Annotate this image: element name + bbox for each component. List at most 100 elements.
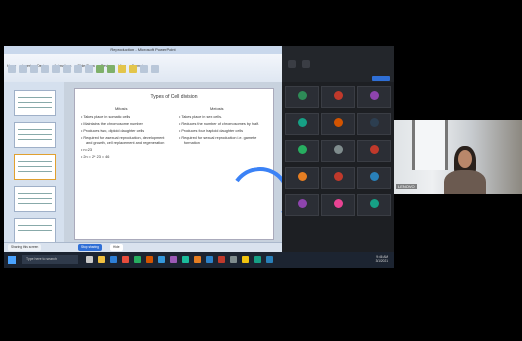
participant-avatar xyxy=(334,172,343,181)
bullet-item: • Required for sexual reproduction i.e. … xyxy=(179,136,257,145)
replace-icon[interactable] xyxy=(151,65,159,73)
chat-icon[interactable] xyxy=(302,60,310,68)
thumbnail[interactable] xyxy=(14,90,56,116)
start-icon[interactable] xyxy=(8,256,16,264)
app-icon[interactable] xyxy=(218,256,225,263)
app-icon[interactable] xyxy=(122,256,129,263)
stop-sharing-button[interactable]: Stop sharing xyxy=(78,244,102,251)
align-icon[interactable] xyxy=(74,65,82,73)
participant-tile[interactable] xyxy=(357,113,391,135)
cut-icon[interactable] xyxy=(19,65,27,73)
app-icon[interactable] xyxy=(134,256,141,263)
thumbnail[interactable] xyxy=(14,186,56,212)
bullet-item: • Produces two, diploid daughter cells xyxy=(81,129,145,133)
bullet-text: Produces four haploid daughter cells xyxy=(181,129,244,133)
bullet-item: • n=23 xyxy=(81,148,92,152)
bold-icon[interactable] xyxy=(52,65,60,73)
participant-tile[interactable] xyxy=(321,194,355,216)
participant-tile[interactable] xyxy=(321,167,355,189)
participant-avatar xyxy=(334,118,343,127)
meiosis-list: • Takes place in sex cells. • Reduces the… xyxy=(179,115,267,148)
participant-tile[interactable] xyxy=(285,194,319,216)
slide-title: Types of Cell division xyxy=(150,94,198,100)
meiosis-heading: Meiosis xyxy=(210,106,224,111)
bullet-text: Required for asexual reproduction, devel… xyxy=(83,136,165,145)
mitosis-list: • Takes place in somatic cells • Maintain… xyxy=(81,115,169,162)
webcam-feed: LENOVO xyxy=(394,120,522,194)
participant-tile[interactable] xyxy=(285,167,319,189)
arrange-icon[interactable] xyxy=(107,65,115,73)
task-view-icon[interactable] xyxy=(86,256,93,263)
meeting-header xyxy=(282,46,394,82)
people-icon[interactable] xyxy=(288,60,296,68)
bullet-text: Reduces the number of chromosomes by hal… xyxy=(181,122,260,126)
participant-tile[interactable] xyxy=(357,194,391,216)
app-icon[interactable] xyxy=(254,256,261,263)
participant-tile[interactable] xyxy=(321,86,355,108)
clock-date: 3/1/2021 xyxy=(375,259,388,263)
mitosis-heading: Mitosis xyxy=(115,106,128,111)
participant-avatar xyxy=(334,91,343,100)
bullet-text: Required for sexual reproduction i.e. ga… xyxy=(181,136,257,145)
paste-icon[interactable] xyxy=(8,65,16,73)
thumbnail[interactable] xyxy=(14,218,56,244)
participant-avatar xyxy=(298,199,307,208)
new-slide-icon[interactable] xyxy=(30,65,38,73)
bullet-text: 2n = 2* 23 = 46 xyxy=(83,155,110,159)
fill-icon[interactable] xyxy=(129,65,137,73)
app-icon[interactable] xyxy=(266,256,273,263)
participant-avatar xyxy=(298,118,307,127)
edge-icon[interactable] xyxy=(110,256,117,263)
slide-thumbnails[interactable] xyxy=(4,82,65,244)
participant-avatar xyxy=(298,145,307,154)
shared-screen: Reproduction - Microsoft PowerPoint Home… xyxy=(4,46,394,268)
taskbar-search[interactable]: Type here to search xyxy=(22,255,78,264)
bullet-text: Maintains the chromosome number xyxy=(83,122,143,126)
bullet-item: • Maintains the chromosome number xyxy=(81,122,143,126)
ppt-ribbon: HomeInsertDesignAnimationsSlide ShowRevi… xyxy=(4,54,282,83)
quick-styles-icon[interactable] xyxy=(118,65,126,73)
window-background xyxy=(412,120,448,170)
ppt-title-bar: Reproduction - Microsoft PowerPoint xyxy=(4,46,282,54)
participant-tile[interactable] xyxy=(321,113,355,135)
font-icon[interactable] xyxy=(41,65,49,73)
taskbar-clock[interactable]: 9:46 AM 3/1/2021 xyxy=(376,255,388,263)
find-icon[interactable] xyxy=(140,65,148,73)
app-icon[interactable] xyxy=(206,256,213,263)
participant-tile[interactable] xyxy=(285,113,319,135)
participant-avatar xyxy=(370,145,379,154)
hide-button[interactable]: Hide xyxy=(110,244,123,251)
app-icon[interactable] xyxy=(242,256,249,263)
participant-avatar xyxy=(298,91,307,100)
file-explorer-icon[interactable] xyxy=(98,256,105,263)
powerpoint-icon[interactable] xyxy=(146,256,153,263)
participant-avatar xyxy=(298,172,307,181)
participants-button[interactable] xyxy=(372,76,390,81)
meeting-panel xyxy=(282,46,394,252)
participant-tile[interactable] xyxy=(357,86,391,108)
app-icon[interactable] xyxy=(158,256,165,263)
thumbnail-selected[interactable] xyxy=(14,154,56,180)
app-icon[interactable] xyxy=(182,256,189,263)
thumbnail[interactable] xyxy=(14,122,56,148)
bullet-text: Takes place in somatic cells xyxy=(83,115,131,119)
presenter-avatar xyxy=(458,150,472,168)
bullet-item: • Required for asexual reproduction, dev… xyxy=(81,136,165,145)
bullet-text: n=23 xyxy=(83,148,92,152)
participant-avatar xyxy=(334,145,343,154)
participant-tile[interactable] xyxy=(285,86,319,108)
shapes-icon[interactable] xyxy=(96,65,104,73)
participant-avatar xyxy=(370,172,379,181)
app-icon[interactable] xyxy=(230,256,237,263)
participant-tile[interactable] xyxy=(285,140,319,162)
participant-avatar xyxy=(370,199,379,208)
italic-icon[interactable] xyxy=(63,65,71,73)
participant-tile[interactable] xyxy=(357,167,391,189)
participant-tile[interactable] xyxy=(357,140,391,162)
app-icon[interactable] xyxy=(194,256,201,263)
app-icon[interactable] xyxy=(170,256,177,263)
sharing-label: Sharing this screen xyxy=(8,244,42,251)
bullets-icon[interactable] xyxy=(85,65,93,73)
participant-tile[interactable] xyxy=(321,140,355,162)
bullet-text: Takes place in sex cells. xyxy=(181,115,223,119)
